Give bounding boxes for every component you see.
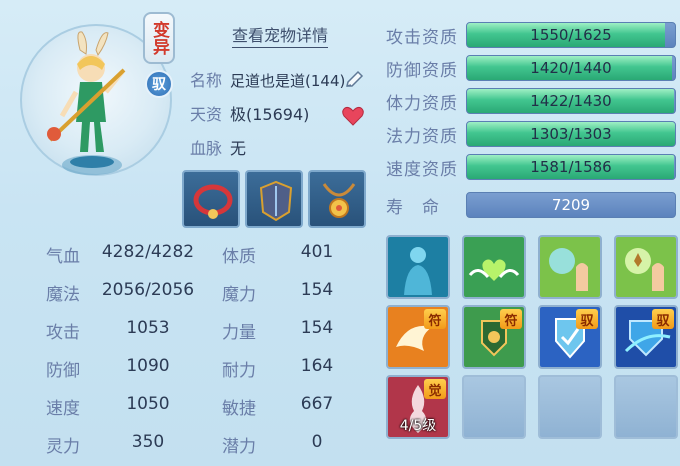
- stat-constitution-label: 体质: [222, 247, 256, 267]
- view-pet-details-link[interactable]: 查看宠物详情: [232, 22, 329, 48]
- stat-agility-label: 敏捷: [222, 399, 256, 419]
- ride-badge: 驭: [145, 70, 173, 98]
- defense-aptitude-value: 1420/1440: [530, 59, 612, 77]
- pet-bloodline-label: 血脉: [190, 139, 223, 158]
- stat-magic-label: 魔力: [222, 285, 256, 305]
- lifespan-label: 寿 命: [386, 197, 440, 218]
- hp-aptitude-bar: 1422/1430: [466, 88, 676, 114]
- skill-tag: 驭: [652, 309, 674, 329]
- speed-aptitude-label: 速度资质: [386, 159, 458, 180]
- magic-aptitude-row: 法力资质 1303/1303: [386, 121, 676, 147]
- lifespan-value: 7209: [551, 196, 591, 214]
- heart-wings-icon: [464, 237, 524, 297]
- empty-skill-slot-11[interactable]: [538, 375, 602, 439]
- skill-slot-9[interactable]: 觉 4/5级: [386, 375, 450, 439]
- equipment-slot-collar[interactable]: [182, 170, 240, 228]
- edit-name-icon[interactable]: [343, 69, 365, 91]
- skill-slot-1[interactable]: [386, 235, 450, 299]
- magic-aptitude-bar: 1303/1303: [466, 121, 676, 147]
- stat-endurance-label: 耐力: [222, 361, 256, 381]
- skill-tag: 觉: [424, 379, 446, 399]
- water-hand-icon: [540, 237, 600, 297]
- mutant-badge: 变异: [143, 12, 175, 64]
- stat-mp-label: 魔法: [46, 285, 80, 305]
- red-collar-icon: [193, 184, 233, 219]
- magic-aptitude-value: 1303/1303: [530, 125, 612, 143]
- stat-spirit-label: 灵力: [46, 437, 80, 457]
- skill-slot-6[interactable]: 符: [462, 305, 526, 369]
- stat-strength-label: 力量: [222, 323, 256, 343]
- attack-aptitude-row: 攻击资质 1550/1625: [386, 22, 676, 48]
- armor-icon: [259, 180, 293, 222]
- stat-attack-label: 攻击: [46, 323, 80, 343]
- favorite-heart-icon[interactable]: [341, 105, 365, 127]
- pet-name-row: 名称 足道也是道(144): [190, 70, 345, 92]
- stat-attack-value: 1053: [126, 318, 170, 338]
- hp-aptitude-label: 体力资质: [386, 93, 458, 114]
- stat-spirit-value: 350: [131, 432, 165, 452]
- defense-aptitude-row: 防御资质 1420/1440: [386, 55, 676, 81]
- stat-strength-value: 154: [300, 318, 334, 338]
- stat-hp-value: 4282/4282: [101, 242, 195, 262]
- skill-slot-7[interactable]: 驭: [538, 305, 602, 369]
- speed-aptitude-value: 1581/1586: [530, 158, 612, 176]
- skill-tag: 符: [424, 309, 446, 329]
- stat-potential-value: 0: [311, 432, 323, 452]
- equipment-slot-armor[interactable]: [245, 170, 303, 228]
- amulet-icon: [322, 183, 356, 218]
- pet-portrait-icon[interactable]: [40, 30, 140, 180]
- equipment-slot-amulet[interactable]: [308, 170, 366, 228]
- attack-aptitude-label: 攻击资质: [386, 27, 458, 48]
- stat-hp-label: 气血: [46, 247, 80, 267]
- stat-defense-label: 防御: [46, 361, 80, 381]
- pet-aptitude-value: 极(15694): [230, 105, 310, 124]
- skill-slot-5[interactable]: 符: [386, 305, 450, 369]
- pet-aptitude-row: 天资 极(15694): [190, 104, 309, 126]
- defense-aptitude-label: 防御资质: [386, 60, 458, 81]
- pet-bloodline-value: 无: [230, 139, 247, 158]
- spirit-body-icon: [388, 237, 448, 297]
- skill-level: 4/5级: [399, 418, 437, 434]
- attack-aptitude-bar: 1550/1625: [466, 22, 676, 48]
- attack-aptitude-value: 1550/1625: [530, 26, 612, 44]
- stat-magic-value: 154: [300, 280, 334, 300]
- pet-name-label: 名称: [190, 71, 223, 90]
- skill-slot-3[interactable]: [538, 235, 602, 299]
- ride-badge-text: 驭: [152, 77, 166, 93]
- stat-speed-label: 速度: [46, 399, 80, 419]
- stat-agility-value: 667: [300, 394, 334, 414]
- speed-aptitude-row: 速度资质 1581/1586: [386, 154, 676, 180]
- stat-speed-value: 1050: [126, 394, 170, 414]
- empty-skill-slot-12[interactable]: [614, 375, 678, 439]
- empty-skill-slot-10[interactable]: [462, 375, 526, 439]
- stat-endurance-value: 164: [300, 356, 334, 376]
- skill-tag: 符: [500, 309, 522, 329]
- defense-aptitude-bar: 1420/1440: [466, 55, 676, 81]
- magic-aptitude-label: 法力资质: [386, 126, 458, 147]
- skill-slot-8[interactable]: 驭: [614, 305, 678, 369]
- stat-defense-value: 1090: [126, 356, 170, 376]
- skill-tag: 驭: [576, 309, 598, 329]
- pet-name-value: 足道也是道(144): [230, 72, 346, 90]
- mutant-badge-text: 变异: [149, 21, 169, 55]
- skill-slot-4[interactable]: [614, 235, 678, 299]
- speed-aptitude-bar: 1581/1586: [466, 154, 676, 180]
- lifespan-row: 寿 命 7209: [386, 192, 676, 218]
- hp-aptitude-row: 体力资质 1422/1430: [386, 88, 676, 114]
- hp-aptitude-value: 1422/1430: [530, 92, 612, 110]
- stat-mp-value: 2056/2056: [101, 280, 195, 300]
- earth-hand-icon: [616, 237, 676, 297]
- skill-slot-2[interactable]: [462, 235, 526, 299]
- pet-aptitude-label: 天资: [190, 105, 223, 124]
- stat-potential-label: 潜力: [222, 437, 256, 457]
- stat-constitution-value: 401: [300, 242, 334, 262]
- lifespan-bar: 7209: [466, 192, 676, 218]
- pet-bloodline-row: 血脉 无: [190, 138, 246, 160]
